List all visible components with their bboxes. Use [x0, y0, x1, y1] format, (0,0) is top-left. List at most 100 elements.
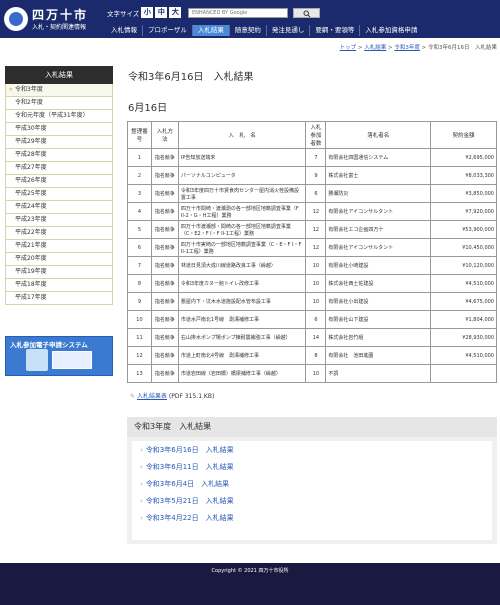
site-logo[interactable]: 四万十市 入札・契約関連情報: [4, 4, 104, 34]
table-row: 8 指名競争 令和3年度カヌー館トイレ改修工事 10 株式会社西土佐建設 ¥4,510,0…: [127, 274, 497, 293]
header-num: 整理番号: [127, 121, 152, 149]
sidebar-item-h21[interactable]: 平成21年度: [5, 240, 113, 253]
sidebar-item-h27[interactable]: 平成27年度: [5, 162, 113, 175]
cell-num: 7: [127, 256, 152, 275]
sidebar-item-r2[interactable]: 令和2年度: [5, 97, 113, 110]
sidebar-item-h20[interactable]: 平成20年度: [5, 253, 113, 266]
cell-count: 10: [305, 256, 327, 275]
sidebar-item-h29[interactable]: 平成29年度: [5, 136, 113, 149]
cell-num: 13: [127, 364, 152, 383]
cell-amount: ¥4,510,000: [430, 274, 497, 293]
sidebar-item-h17[interactable]: 平成17年度: [5, 292, 113, 305]
related-link[interactable]: › 令和3年5月21日 入札結果: [140, 496, 234, 506]
table-row: 11 指名競争 右山排水ポンプ場ポンプ棟耐震補強工事（繰越） 14 株式会社岩竹組 ¥28…: [127, 328, 497, 347]
arrow-icon: ›: [140, 446, 143, 454]
banner-text: 入札参加電子申請システム: [10, 341, 88, 349]
cell-num: 10: [127, 310, 152, 329]
table-row: 10 指名競争 市道水戸南北1号線 測溝補修工事 6 有限会社山下建設 ¥1,804,00…: [127, 310, 497, 329]
header-amount: 契約金額: [430, 121, 497, 149]
cell-amount: ¥10,120,000: [430, 256, 497, 275]
cell-amount: ¥7,920,000: [430, 202, 497, 221]
sidebar-item-h19[interactable]: 平成19年度: [5, 266, 113, 279]
sidebar-item-r3[interactable]: 令和3年度: [5, 84, 113, 97]
search-input[interactable]: ENHANCED BY Google: [188, 8, 288, 18]
cell-count: 7: [305, 148, 327, 167]
cell-num: 11: [127, 328, 152, 347]
cell-name: 市道水戸南北1号線 測溝補修工事: [177, 310, 307, 329]
nav-item-qualification[interactable]: 入札参加資格申請: [359, 25, 422, 36]
cell-name: 令和3年度四万十市賃食肉センター屋内消火栓設備設置工事: [177, 184, 307, 203]
nav-item-order-outlook[interactable]: 発注見通し: [265, 25, 310, 36]
main-nav: 入札情報 プロポーザル 入札結果 随意契約 発注見通し 要綱・要領等 入札参加資…: [106, 25, 422, 36]
cell-winner: 有限会社四国通信システム: [325, 148, 432, 167]
related-link[interactable]: › 令和3年4月22日 入札結果: [140, 513, 234, 523]
e-application-banner[interactable]: 入札参加電子申請システム: [5, 336, 113, 376]
table-row: 9 指名競争 悪屋内下・坑木水道施設配水管布設工事 10 有限会社小出建設 ¥4,675,…: [127, 292, 497, 311]
cell-winner: 有限会社山下建設: [325, 310, 432, 329]
sidebar-title: 入札結果: [5, 66, 113, 84]
logo-subtitle: 入札・契約関連情報: [32, 24, 87, 31]
text-size-large-button[interactable]: 大: [169, 7, 182, 18]
related-link[interactable]: › 令和3年6月16日 入札結果: [140, 445, 234, 455]
cell-amount: ¥2,695,000: [430, 148, 497, 167]
nav-item-private-contract[interactable]: 随意契約: [228, 25, 266, 36]
related-link[interactable]: › 令和3年6月4日 入札結果: [140, 479, 229, 489]
cell-method: 指名競争: [150, 310, 179, 329]
cell-name: 右山排水ポンプ場ポンプ棟耐震補強工事（繰越）: [177, 328, 307, 347]
cell-winner: 有限会社小出建設: [325, 292, 432, 311]
cell-num: 1: [127, 148, 152, 167]
text-size-switcher: 文字サイズ 小 中 大: [107, 7, 182, 18]
nav-item-proposal[interactable]: プロポーザル: [142, 25, 192, 36]
cell-count: 10: [305, 274, 327, 293]
related-link[interactable]: › 令和3年6月11日 入札結果: [140, 462, 234, 472]
cell-name: 四万十市渡瀬部・間崎の各一部地区地籍調査事業（C・E2・F I・F II-1工程…: [177, 220, 307, 239]
cell-num: 9: [127, 292, 152, 311]
text-size-medium-button[interactable]: 中: [155, 7, 168, 18]
nav-item-bid-info[interactable]: 入札情報: [106, 25, 142, 36]
cell-num: 12: [127, 346, 152, 365]
page-title: 令和3年6月16日 入札結果: [128, 72, 254, 83]
nav-item-guidelines[interactable]: 要綱・要領等: [309, 25, 359, 36]
table-row: 6 指名競争 四万十市実崎の一部地区地籍調査事業（C・E・F I・F II-1工程）…: [127, 238, 497, 257]
pdf-link[interactable]: 入札結果表: [137, 393, 167, 400]
table-row: 4 指名競争 四万十市間崎・渡瀬測の各一部地区地籍調査事業（F II-2・G・H工程…: [127, 202, 497, 221]
cell-count: 9: [305, 166, 327, 185]
related-link-label: 令和3年4月22日 入札結果: [145, 514, 234, 522]
banner-illustration: [52, 351, 92, 369]
cell-count: 12: [305, 202, 327, 221]
cell-amount: ¥4,675,000: [430, 292, 497, 311]
cell-amount: [430, 364, 497, 383]
related-results-title: 令和3年度 入札結果: [127, 417, 497, 437]
header-name: 入 札 名: [177, 121, 307, 149]
table-row: 2 指名競争 パーソナルコンピュータ 9 株式会社富士 ¥8,033,300: [127, 166, 497, 185]
sidebar-item-r1[interactable]: 令和元年度（平成31年度）: [5, 110, 113, 123]
text-size-small-button[interactable]: 小: [141, 7, 154, 18]
cell-method: 指名競争: [150, 274, 179, 293]
breadcrumb-top[interactable]: トップ: [340, 45, 357, 51]
sidebar-item-h30[interactable]: 平成30年度: [5, 123, 113, 136]
header-count: 入札参加者数: [305, 121, 327, 149]
cell-count: 12: [305, 220, 327, 239]
search-button[interactable]: [293, 8, 320, 18]
cell-amount: ¥53,900,000: [430, 220, 497, 239]
sidebar-item-h25[interactable]: 平成25年度: [5, 188, 113, 201]
nav-item-bid-results[interactable]: 入札結果: [191, 25, 229, 36]
sidebar-item-h23[interactable]: 平成23年度: [5, 214, 113, 227]
cell-method: 指名競争: [150, 220, 179, 239]
sidebar-item-h18[interactable]: 平成18年度: [5, 279, 113, 292]
sidebar-item-h24[interactable]: 平成24年度: [5, 201, 113, 214]
table-row: 13 指名競争 市道岩田線（岩田橋）橋梁補修工事（繰越） 10 不調: [127, 364, 497, 383]
sidebar-item-h22[interactable]: 平成22年度: [5, 227, 113, 240]
breadcrumb: トップ > 入札結果 > 令和3年度 > 令和3年6月16日 入札結果: [339, 45, 497, 51]
sidebar-item-h26[interactable]: 平成26年度: [5, 175, 113, 188]
breadcrumb-results[interactable]: 入札結果: [364, 45, 386, 51]
cell-winner: 有限会社 池田進園: [325, 346, 432, 365]
breadcrumb-year[interactable]: 令和3年度: [394, 45, 420, 51]
cell-count: 10: [305, 292, 327, 311]
table-row: 7 指名競争 林道日見須大成川線道路改良工事（繰越） 10 有限会社小崎建設 ¥10,12…: [127, 256, 497, 275]
related-link-label: 令和3年6月11日 入札結果: [145, 463, 234, 471]
sidebar-item-h28[interactable]: 平成28年度: [5, 149, 113, 162]
arrow-icon: ›: [140, 514, 143, 522]
cell-name: IP告知放送端末: [177, 148, 307, 167]
date-heading: 6月16日: [128, 103, 168, 114]
